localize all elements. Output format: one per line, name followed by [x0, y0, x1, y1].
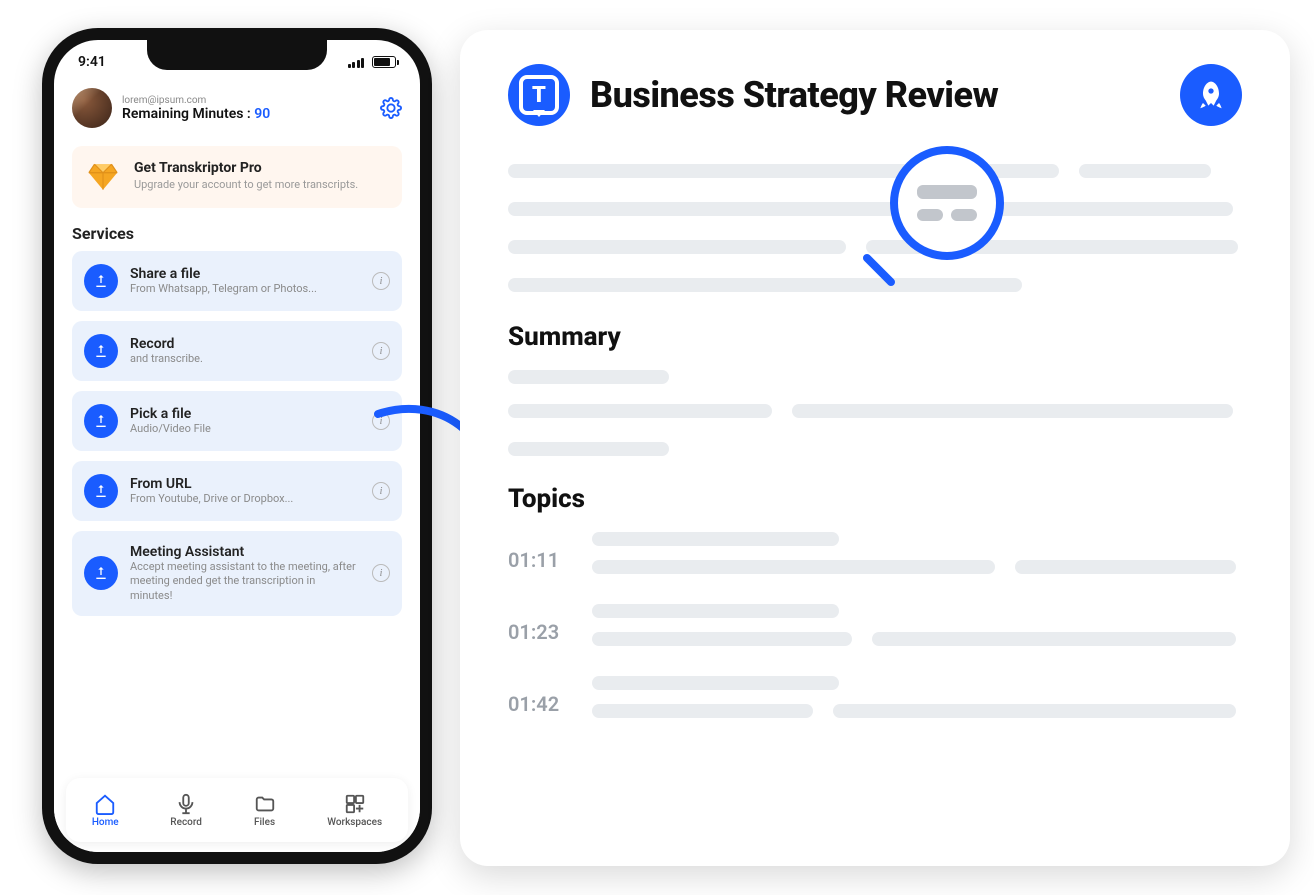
- upload-icon: [84, 264, 118, 298]
- tab-workspaces[interactable]: Workspaces: [327, 793, 382, 828]
- upload-icon: [84, 556, 118, 590]
- upload-icon: [84, 404, 118, 438]
- topic-row[interactable]: 01:11: [508, 532, 1242, 588]
- info-icon[interactable]: i: [372, 482, 390, 500]
- notch: [147, 38, 327, 70]
- signal-icon: [348, 56, 365, 68]
- service-record[interactable]: Record and transcribe. i: [72, 321, 402, 381]
- diamond-icon: [86, 160, 120, 194]
- document-panel: T Business Strategy Review Summary Topic…: [460, 30, 1290, 866]
- info-icon[interactable]: i: [372, 412, 390, 430]
- promo-card[interactable]: Get Transkriptor Pro Upgrade your accoun…: [72, 146, 402, 208]
- remaining-minutes: Remaining Minutes : 90: [122, 106, 370, 122]
- service-subtitle: From Whatsapp, Telegram or Photos...: [130, 282, 360, 296]
- service-meeting-assistant[interactable]: Meeting Assistant Accept meeting assista…: [72, 531, 402, 616]
- info-icon[interactable]: i: [372, 272, 390, 290]
- info-icon[interactable]: i: [372, 342, 390, 360]
- topics-heading: Topics: [508, 484, 1242, 514]
- promo-body: Get Transkriptor Pro Upgrade your accoun…: [134, 160, 358, 194]
- summary-heading: Summary: [508, 322, 1242, 352]
- remaining-value: 90: [254, 106, 270, 122]
- user-row: lorem@ipsum.com Remaining Minutes : 90: [72, 84, 402, 128]
- upload-icon: [84, 334, 118, 368]
- service-title: Pick a file: [130, 406, 360, 422]
- app-logo-icon: T: [508, 64, 570, 126]
- phone-mockup: 9:41 lorem@ipsum.com Remaining Minutes :…: [42, 28, 432, 864]
- service-subtitle: and transcribe.: [130, 352, 360, 366]
- logo-letter: T: [519, 75, 559, 115]
- user-email: lorem@ipsum.com: [122, 95, 370, 106]
- tab-files[interactable]: Files: [254, 793, 276, 828]
- battery-icon: [372, 56, 396, 68]
- tab-bar: Home Record Files Workspaces: [66, 778, 408, 842]
- tab-label: Record: [170, 817, 202, 828]
- doc-header: T Business Strategy Review: [508, 64, 1242, 126]
- service-title: Meeting Assistant: [130, 544, 360, 560]
- topic-time: 01:11: [508, 548, 568, 572]
- topic-time: 01:42: [508, 692, 568, 716]
- tab-home[interactable]: Home: [92, 793, 119, 828]
- promo-title: Get Transkriptor Pro: [134, 160, 358, 176]
- services-heading: Services: [72, 224, 402, 243]
- status-time: 9:41: [78, 54, 106, 70]
- tab-record[interactable]: Record: [170, 793, 202, 828]
- rocket-button[interactable]: [1180, 64, 1242, 126]
- doc-title: Business Strategy Review: [590, 74, 998, 116]
- upload-icon: [84, 474, 118, 508]
- info-icon[interactable]: i: [372, 564, 390, 582]
- rocket-icon: [1195, 79, 1227, 111]
- topic-row[interactable]: 01:42: [508, 676, 1242, 732]
- status-right: [348, 56, 397, 68]
- promo-subtitle: Upgrade your account to get more transcr…: [134, 178, 358, 193]
- service-share-file[interactable]: Share a file From Whatsapp, Telegram or …: [72, 251, 402, 311]
- doc-body-placeholder: [508, 164, 1242, 292]
- remaining-label: Remaining Minutes :: [122, 106, 251, 122]
- tab-label: Home: [92, 817, 119, 828]
- summary-placeholder: [508, 370, 1242, 456]
- tab-label: Workspaces: [327, 817, 382, 828]
- service-subtitle: Audio/Video File: [130, 422, 360, 436]
- service-subtitle: From Youtube, Drive or Dropbox...: [130, 492, 360, 506]
- service-from-url[interactable]: From URL From Youtube, Drive or Dropbox.…: [72, 461, 402, 521]
- phone-content: lorem@ipsum.com Remaining Minutes : 90 G…: [54, 84, 420, 852]
- service-pick-file[interactable]: Pick a file Audio/Video File i: [72, 391, 402, 451]
- topic-row[interactable]: 01:23: [508, 604, 1242, 660]
- service-title: Record: [130, 336, 360, 352]
- tab-label: Files: [254, 817, 275, 828]
- avatar[interactable]: [72, 88, 112, 128]
- topic-time: 01:23: [508, 620, 568, 644]
- service-title: Share a file: [130, 266, 360, 282]
- gear-icon[interactable]: [380, 97, 402, 119]
- service-subtitle: Accept meeting assistant to the meeting,…: [130, 560, 360, 603]
- user-info: lorem@ipsum.com Remaining Minutes : 90: [122, 95, 370, 122]
- service-title: From URL: [130, 476, 360, 492]
